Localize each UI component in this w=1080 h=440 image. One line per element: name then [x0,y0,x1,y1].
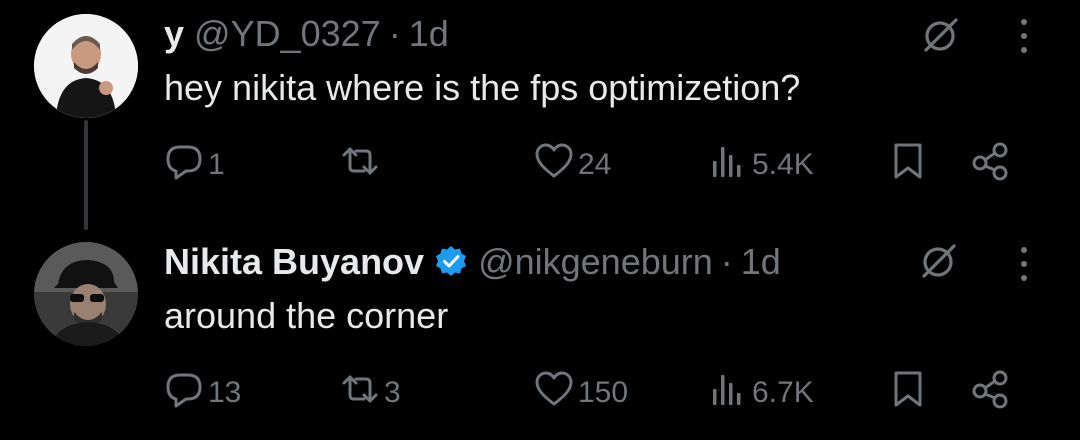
action-bar: 13 3 150 6.7K [164,368,1044,418]
heart-icon [534,369,574,417]
tweet-header: y @YD_0327 · 1d [164,14,940,54]
grok-icon[interactable] [918,14,962,58]
author-name[interactable]: Nikita Buyanov [164,242,424,282]
tweet[interactable]: y @YD_0327 · 1d hey nikita where is the … [0,0,1080,230]
retweet-button[interactable]: 3 [340,368,401,418]
author-handle[interactable]: @nikgeneburn [478,242,713,282]
bookmark-icon [888,369,928,417]
like-button[interactable]: 24 [534,140,611,190]
avatar[interactable] [34,242,138,346]
like-button[interactable]: 150 [534,368,628,418]
bookmark-button[interactable] [888,140,928,190]
bookmark-icon [888,141,928,189]
heart-icon [534,141,574,189]
separator-dot: · [388,13,401,54]
views-button[interactable]: 6.7K [708,368,814,418]
reply-button[interactable]: 13 [164,368,241,418]
tweet-text: around the corner [164,295,449,336]
like-count: 150 [578,376,629,409]
avatar[interactable] [34,14,138,118]
retweet-count: 3 [384,376,401,409]
timestamp[interactable]: 1d [741,242,781,282]
share-button[interactable] [970,140,1010,190]
bookmark-button[interactable] [888,368,928,418]
retweet-icon [340,141,380,189]
reply-count: 1 [208,148,225,181]
more-vertical-icon[interactable] [1014,242,1034,286]
reply-button[interactable]: 1 [164,140,225,190]
tweet[interactable]: Nikita Buyanov @nikgeneburn · 1d around … [0,220,1080,440]
views-icon [708,141,748,189]
reply-count: 13 [208,376,242,409]
retweet-button[interactable] [340,140,384,190]
tweet-header: Nikita Buyanov @nikgeneburn · 1d [164,242,940,282]
share-button[interactable] [970,368,1010,418]
verified-badge-icon [434,245,468,279]
timestamp[interactable]: 1d [409,14,449,54]
share-icon [970,141,1010,189]
author-name[interactable]: y [164,14,184,54]
reply-icon [164,369,204,417]
views-count: 6.7K [752,376,814,409]
separator-dot: · [720,241,733,282]
tweet-text: hey nikita where is the fps optimizetion… [164,67,801,108]
grok-icon[interactable] [916,240,960,284]
retweet-icon [340,369,380,417]
more-vertical-icon[interactable] [1014,14,1034,58]
reply-icon [164,141,204,189]
views-count: 5.4K [752,148,814,181]
author-handle[interactable]: @YD_0327 [194,14,381,54]
thread-line [84,120,88,230]
share-icon [970,369,1010,417]
views-button[interactable]: 5.4K [708,140,814,190]
like-count: 24 [578,148,612,181]
views-icon [708,369,748,417]
action-bar: 1 24 5.4K [164,140,1044,190]
